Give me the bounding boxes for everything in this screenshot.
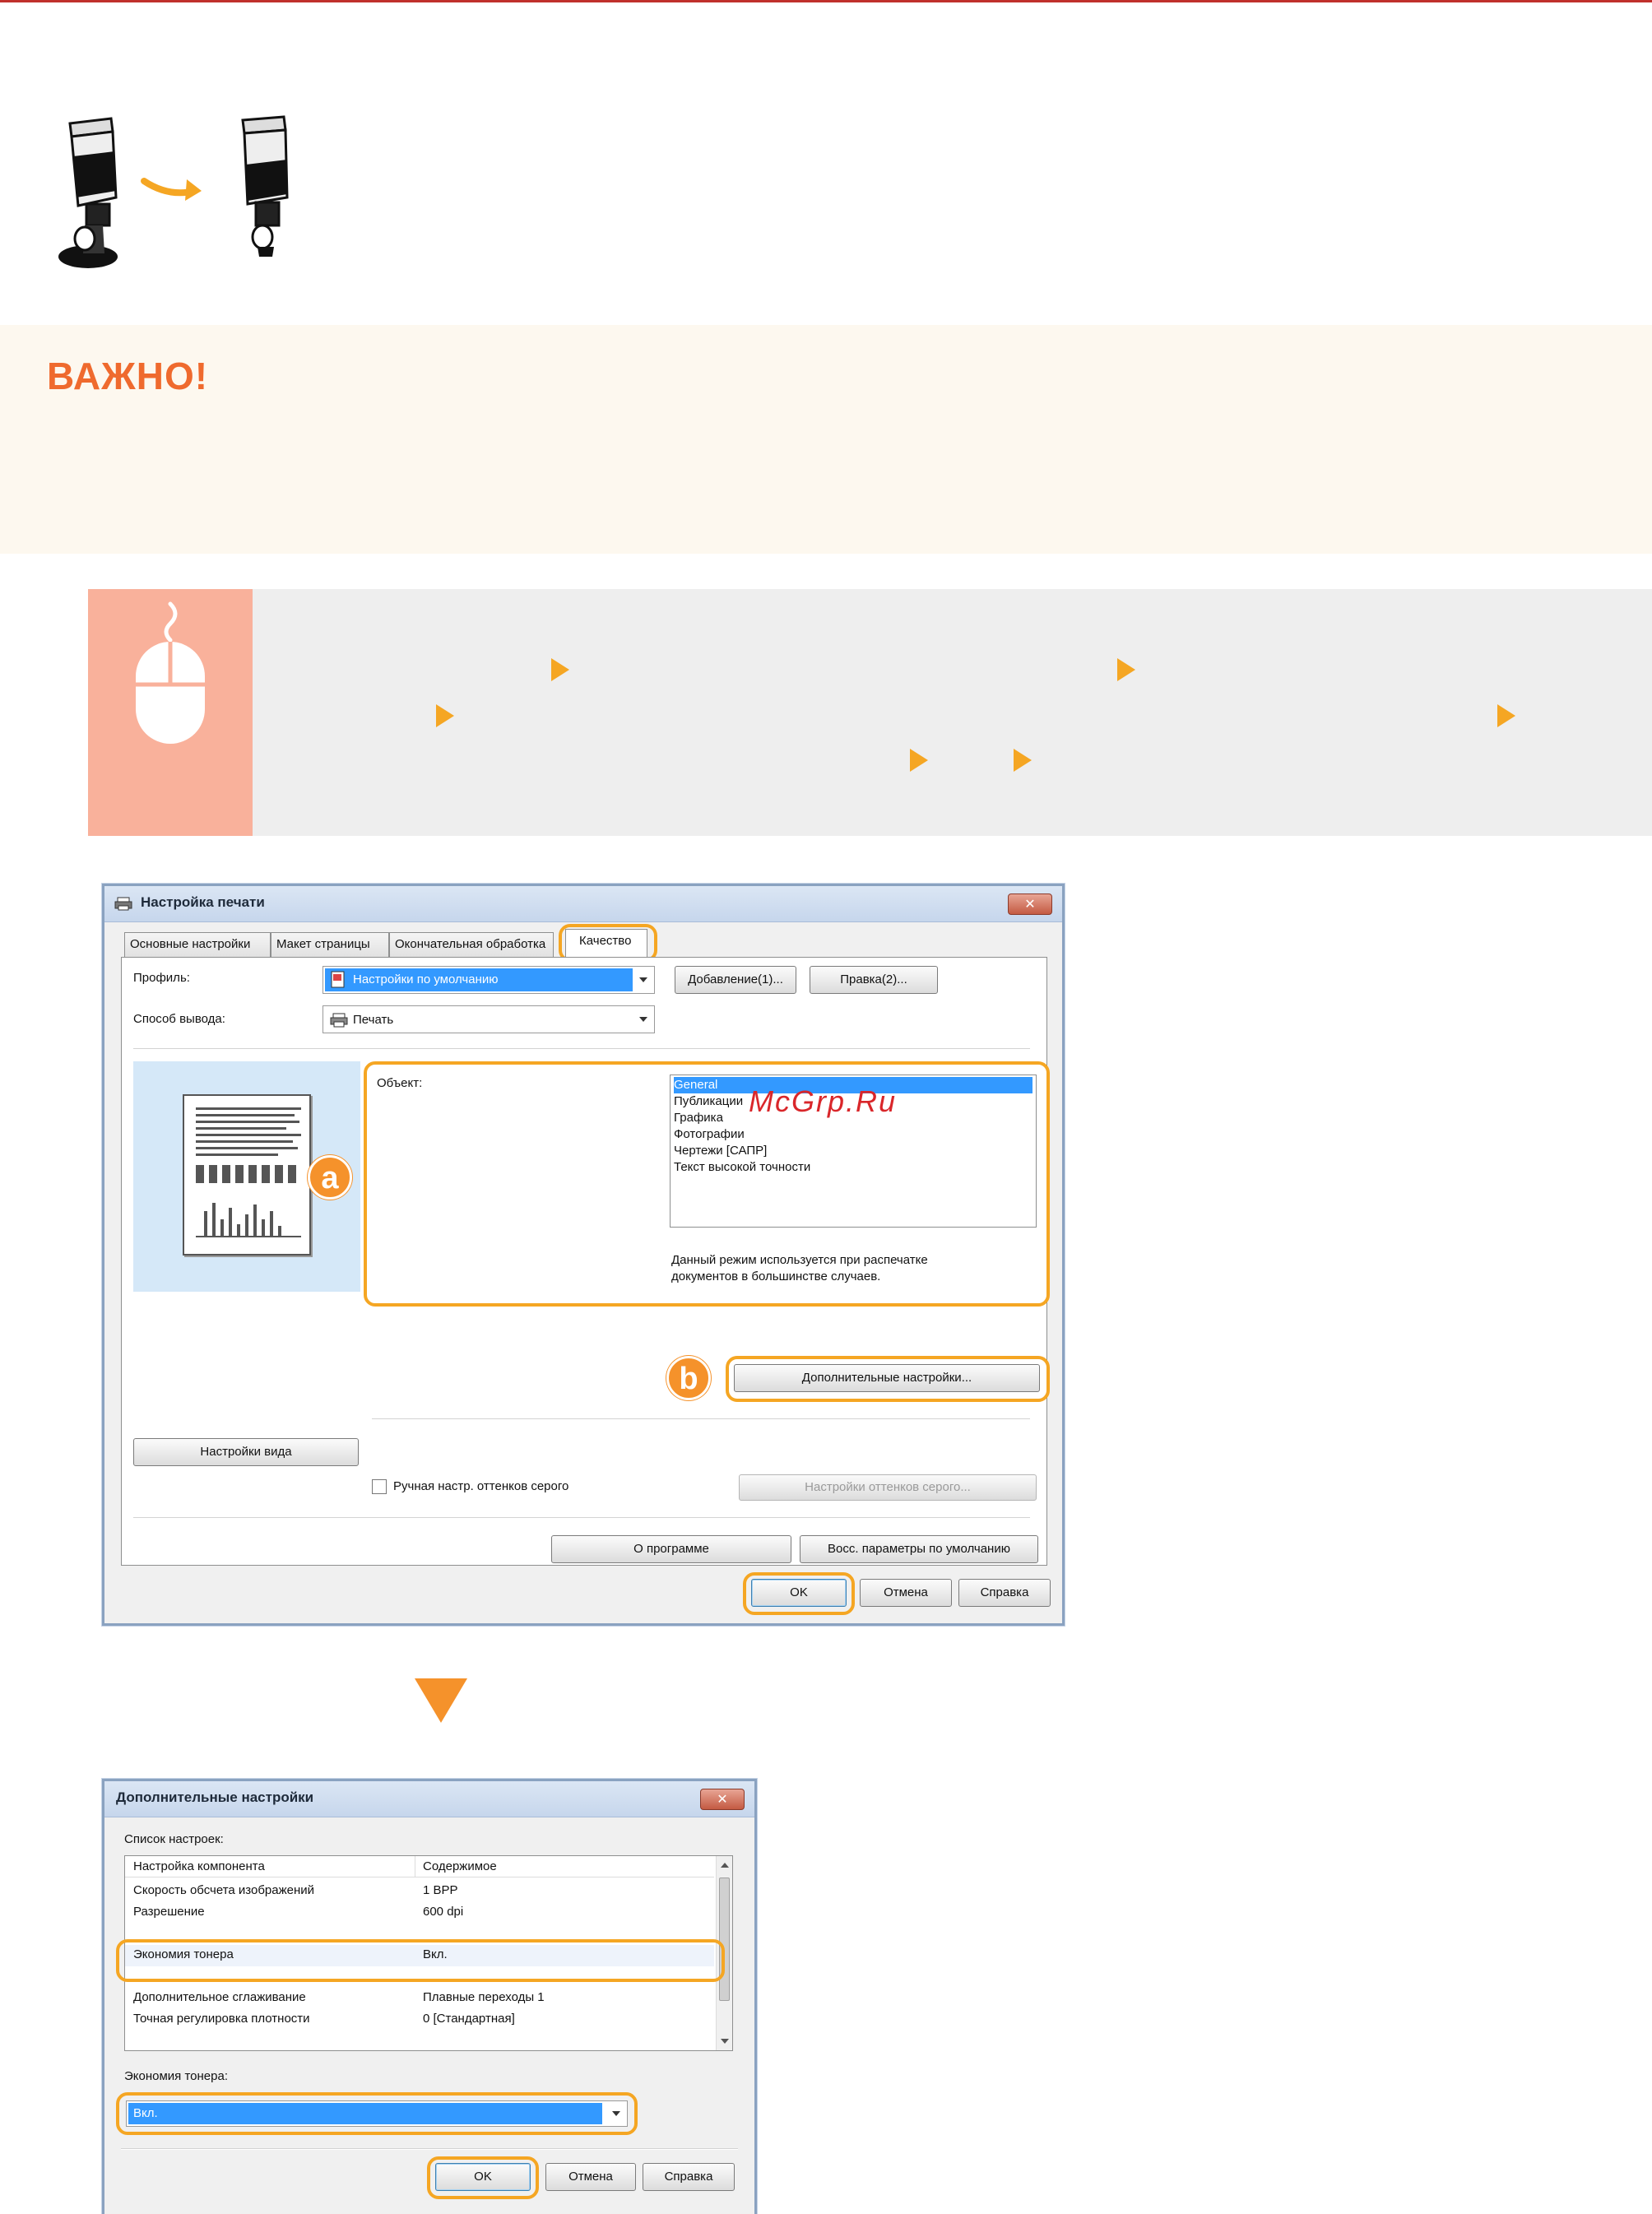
profile-value: Настройки по умолчанию (353, 972, 499, 986)
table-cell: 1 BPP (423, 1883, 458, 1897)
mouse-icon (136, 601, 205, 744)
table-cell: Разрешение (133, 1905, 205, 1919)
titlebar: Дополнительные настройки ✕ (104, 1781, 754, 1817)
toner-bottle-icon (58, 115, 289, 268)
table-cell: Плавные переходы 1 (423, 1990, 545, 2004)
chevron-down-icon (639, 1017, 647, 1022)
gray-settings-button[interactable]: Настройки оттенков серого... (739, 1474, 1037, 1501)
gray-checkbox[interactable] (372, 1479, 387, 1494)
dialog-title: Дополнительные настройки (116, 1789, 314, 1805)
titlebar: Настройка печати ✕ (104, 886, 1062, 922)
restore-defaults-button[interactable]: Восс. параметры по умолчанию (800, 1535, 1038, 1563)
profile-combo[interactable]: Настройки по умолчанию (323, 966, 655, 994)
object-item[interactable]: Чертежи [САПР] (674, 1143, 767, 1159)
about-button[interactable]: О программе (551, 1535, 791, 1563)
cancel-button[interactable]: Отмена (860, 1579, 952, 1607)
object-item[interactable]: Публикации (674, 1093, 743, 1110)
triangle-right-icon (1497, 704, 1515, 727)
triangle-right-icon (1117, 658, 1135, 681)
edit-profile-button[interactable]: Правка(2)... (810, 966, 938, 994)
callout-badge-a: a (308, 1155, 352, 1200)
separator (133, 1048, 1030, 1050)
add-profile-button[interactable]: Добавление(1)... (675, 966, 796, 994)
grid-header: Настройка компонента Содержимое (125, 1856, 714, 1877)
toner-saving-value: Вкл. (133, 2106, 158, 2120)
help-button[interactable]: Справка (643, 2163, 735, 2191)
scroll-down-icon[interactable] (721, 2039, 729, 2044)
quality-panel: Профиль: Настройки по умолчанию Добавлен… (121, 957, 1050, 1566)
separator (133, 1517, 1030, 1519)
close-button[interactable]: ✕ (700, 1789, 745, 1810)
print-settings-dialog: Настройка печати ✕ Основные настройки Ма… (102, 884, 1065, 1626)
printer-icon (330, 1013, 348, 1028)
cancel-button[interactable]: Отмена (545, 2163, 636, 2191)
callout-badge-b: b (666, 1356, 711, 1400)
toner-saving-combo[interactable]: Вкл. (126, 2100, 628, 2127)
object-label: Объект: (377, 1076, 423, 1090)
table-row[interactable]: Дополнительное сглаживание Плавные перех… (125, 1988, 714, 2009)
toner-bottle-right (241, 115, 289, 257)
toner-row-highlight (116, 1939, 725, 1982)
table-cell: 0 [Стандартная] (423, 2012, 515, 2026)
printer-icon (114, 897, 132, 911)
object-item[interactable]: Текст высокой точности (674, 1159, 810, 1176)
chevron-down-icon (639, 977, 647, 982)
triangle-down-icon (415, 1678, 467, 1723)
watermark: McGrp.Ru (749, 1084, 898, 1118)
toner-saving-label: Экономия тонера: (124, 2069, 228, 2083)
object-item[interactable]: Графика (674, 1110, 723, 1126)
table-cell: Точная регулировка плотности (133, 2012, 310, 2026)
scroll-up-icon[interactable] (721, 1863, 729, 1868)
advanced-settings-button[interactable]: Дополнительные настройки... (734, 1364, 1040, 1392)
close-button[interactable]: ✕ (1008, 893, 1052, 915)
preview-page (183, 1094, 311, 1256)
separator (372, 1418, 1030, 1420)
column-header: Настройка компонента (133, 1859, 265, 1873)
tab-finishing[interactable]: Окончательная обработка (389, 932, 554, 957)
table-cell: Дополнительное сглаживание (133, 1990, 306, 2004)
object-item[interactable]: Фотографии (674, 1126, 745, 1143)
help-button[interactable]: Справка (958, 1579, 1051, 1607)
table-row[interactable]: Точная регулировка плотности 0 [Стандарт… (125, 2009, 714, 2031)
table-row[interactable]: Скорость обсчета изображений 1 BPP (125, 1881, 714, 1902)
scroll-thumb[interactable] (719, 1877, 730, 2001)
table-cell: Скорость обсчета изображений (133, 1883, 315, 1897)
toner-selection (128, 2103, 602, 2124)
advanced-settings-dialog: Дополнительные настройки ✕ Список настро… (102, 1779, 757, 2214)
ok-button[interactable]: OK (751, 1579, 847, 1607)
output-method-value: Печать (353, 1013, 394, 1027)
preview-document-icon (196, 1107, 301, 1237)
ok-button[interactable]: OK (435, 2163, 531, 2191)
tab-page-layout[interactable]: Макет страницы (271, 932, 389, 957)
important-title: ВАЖНО! (47, 355, 209, 397)
dialog-title: Настройка печати (141, 894, 265, 910)
output-method-label: Способ вывода: (133, 1012, 225, 1026)
chevron-down-icon (612, 2111, 620, 2116)
top-rule (0, 0, 1652, 2)
settings-list-label: Список настроек: (124, 1832, 224, 1846)
triangle-right-icon (910, 749, 928, 772)
output-method-combo[interactable]: Печать (323, 1005, 655, 1033)
mouse-tile (88, 589, 253, 836)
toner-bottle-left (58, 117, 118, 268)
object-description: Данный режим используется при распечатке… (671, 1253, 928, 1283)
triangle-right-icon (436, 704, 454, 727)
profile-icon (331, 971, 345, 988)
profile-label: Профиль: (133, 971, 190, 985)
gray-checkbox-label: Ручная настр. оттенков серого (393, 1479, 569, 1493)
steps-box (88, 589, 1652, 836)
view-settings-button[interactable]: Настройки вида (133, 1438, 359, 1466)
table-row[interactable]: Разрешение 600 dpi (125, 1902, 714, 1924)
tab-basic-settings[interactable]: Основные настройки (124, 932, 271, 957)
triangle-right-icon (551, 658, 569, 681)
important-box (0, 325, 1652, 554)
separator (121, 2148, 738, 2150)
table-cell: 600 dpi (423, 1905, 464, 1919)
column-header: Содержимое (423, 1859, 497, 1873)
triangle-right-icon (1014, 749, 1032, 772)
